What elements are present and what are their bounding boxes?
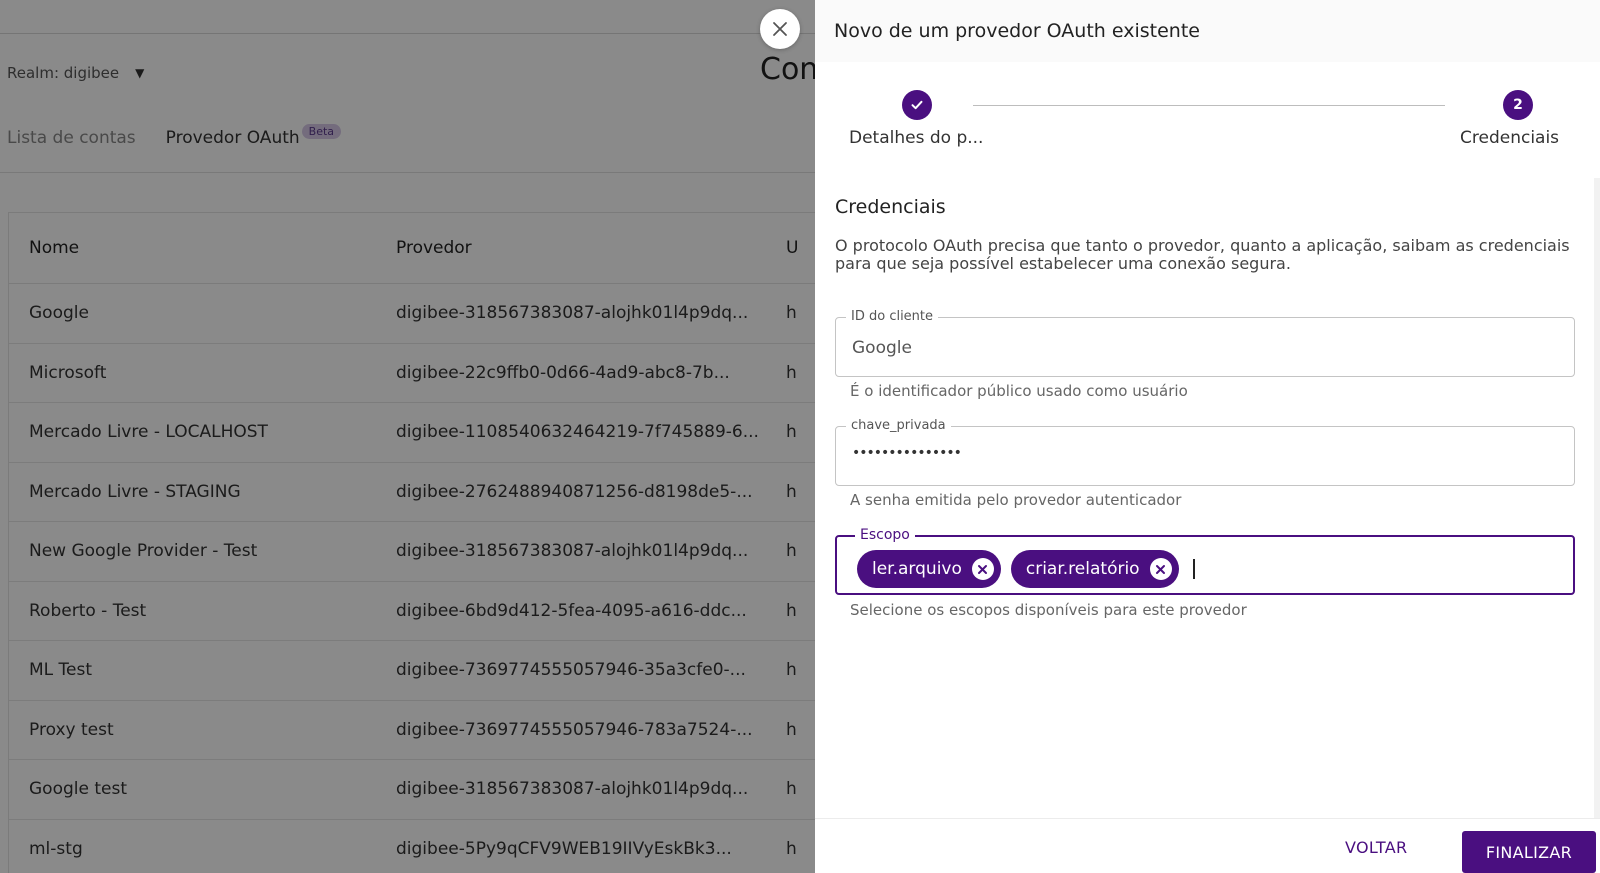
scope-chip-label: criar.relatório bbox=[1025, 559, 1140, 579]
client-id-field[interactable]: ID do cliente Google bbox=[835, 310, 1575, 377]
step-2-number: 2 bbox=[1513, 97, 1523, 113]
text-cursor bbox=[1192, 559, 1195, 579]
check-icon bbox=[911, 100, 923, 110]
client-id-label: ID do cliente bbox=[846, 310, 939, 324]
scope-chip[interactable]: ler.arquivo bbox=[857, 550, 1001, 588]
back-button[interactable]: VOLTAR bbox=[1335, 831, 1417, 863]
section-title: Credenciais bbox=[835, 196, 946, 218]
step-2-label: Credenciais bbox=[1460, 128, 1560, 148]
section-description: O protocolo OAuth precisa que tanto o pr… bbox=[835, 236, 1570, 273]
drawer-title: Novo de um provedor OAuth existente bbox=[834, 20, 1200, 42]
close-drawer-button[interactable] bbox=[760, 9, 800, 49]
close-icon bbox=[773, 22, 787, 36]
private-key-label: chave_privada bbox=[846, 419, 951, 433]
step-1-completed[interactable] bbox=[902, 90, 932, 120]
scope-field[interactable]: Escopo ler.arquivo criar.relatório bbox=[835, 528, 1575, 595]
scope-chip[interactable]: criar.relatório bbox=[1010, 550, 1179, 588]
modal-overlay[interactable] bbox=[0, 0, 815, 873]
drawer-footer: VOLTAR FINALIZAR bbox=[815, 818, 1600, 873]
step-connector bbox=[973, 105, 1445, 106]
remove-chip-icon[interactable] bbox=[1149, 558, 1172, 580]
step-1-label: Detalhes do p... bbox=[849, 128, 984, 148]
finish-button[interactable]: FINALIZAR bbox=[1462, 831, 1596, 873]
private-key-field[interactable]: chave_privada ••••••••••••••• bbox=[835, 419, 1575, 486]
private-key-value: ••••••••••••••• bbox=[852, 445, 962, 461]
client-id-value: Google bbox=[852, 338, 912, 358]
private-key-helper: A senha emitida pelo provedor autenticad… bbox=[850, 491, 1182, 509]
scope-label: Escopo bbox=[855, 528, 915, 542]
step-2-active[interactable]: 2 bbox=[1503, 90, 1533, 120]
scope-helper: Selecione os escopos disponíveis para es… bbox=[850, 601, 1247, 619]
oauth-provider-drawer: Novo de um provedor OAuth existente 2 De… bbox=[815, 0, 1600, 873]
stepper: 2 Detalhes do p... Credenciais bbox=[815, 62, 1600, 162]
scrollbar[interactable] bbox=[1594, 178, 1600, 818]
scope-chip-label: ler.arquivo bbox=[872, 559, 962, 579]
remove-chip-icon[interactable] bbox=[971, 558, 994, 580]
drawer-header: Novo de um provedor OAuth existente bbox=[815, 0, 1600, 62]
client-id-helper: É o identificador público usado como usu… bbox=[850, 382, 1188, 400]
scope-chips: ler.arquivo criar.relatório bbox=[857, 550, 1195, 588]
